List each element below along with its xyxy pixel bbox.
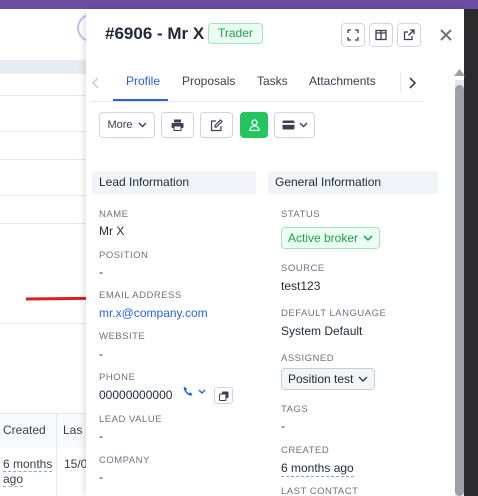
tab-attachments[interactable]: Attachments [309, 74, 376, 88]
phone-icon [183, 386, 193, 396]
background-divider [0, 223, 86, 224]
table-cell-created: 6 months ago [3, 457, 53, 487]
position-value: - [99, 265, 103, 279]
company-value: - [99, 470, 103, 484]
lead-detail-panel: #6906 - Mr X Trader Profile Proposals Ta… [86, 9, 464, 496]
lead-title: #6906 - Mr X [105, 24, 205, 43]
background-divider [0, 131, 86, 132]
close-icon [440, 29, 452, 41]
background-divider [0, 159, 86, 160]
tab-tasks[interactable]: Tasks [257, 74, 288, 88]
copy-phone-button[interactable] [214, 387, 233, 404]
convert-to-customer-button[interactable] [240, 112, 268, 138]
chevron-down-icon [358, 376, 368, 382]
tags-value: - [281, 419, 285, 433]
expand-icon [347, 29, 359, 41]
columns-icon [375, 29, 387, 41]
chevron-down-icon [138, 122, 147, 128]
default-language-value: System Default [281, 324, 363, 338]
table-cell-last: 15/0 [64, 457, 88, 471]
email-label: EMAIL ADDRESS [99, 290, 182, 301]
status-value: Active broker [288, 231, 359, 245]
external-link-icon [403, 29, 415, 41]
credit-card-icon [282, 120, 294, 130]
chevron-left-icon [92, 77, 99, 89]
column-header-created[interactable]: Created [3, 423, 46, 437]
website-label: WEBSITE [99, 331, 146, 342]
created-label: CREATED [281, 445, 330, 456]
status-label: STATUS [281, 209, 321, 220]
scroll-up-icon[interactable] [453, 67, 466, 77]
background-divider [0, 195, 86, 196]
edit-icon [210, 118, 223, 131]
print-button[interactable] [161, 112, 194, 138]
email-link[interactable]: mr.x@company.com [99, 306, 208, 320]
split-view-button[interactable] [369, 23, 393, 47]
phone-value: 00000000000 [99, 388, 173, 402]
copy-icon [218, 391, 228, 401]
website-value: - [99, 347, 103, 361]
card-actions-dropdown[interactable] [274, 112, 315, 138]
tab-bar: Profile Proposals Tasks Attachments [86, 67, 464, 102]
user-icon [248, 119, 260, 131]
default-language-label: DEFAULT LANGUAGE [281, 308, 387, 319]
more-dropdown-button[interactable]: More [99, 112, 155, 138]
assigned-value: Position test [288, 372, 354, 386]
tags-label: TAGS [281, 404, 309, 415]
name-value: Mr X [99, 224, 125, 238]
tabs-scroll-left-button[interactable] [88, 74, 104, 92]
chevron-down-icon [299, 122, 307, 128]
created-value: 6 months ago [281, 461, 354, 477]
scrollbar-thumb[interactable] [455, 85, 464, 496]
lead-value-value: - [99, 429, 103, 443]
last-contact-label: LAST CONTACT [281, 486, 359, 496]
background-divider [0, 323, 86, 324]
open-external-button[interactable] [397, 23, 421, 47]
company-label: COMPANY [99, 455, 150, 466]
print-icon [171, 119, 184, 131]
lead-value-label: LEAD VALUE [99, 414, 162, 425]
more-label: More [107, 119, 133, 131]
column-header-last[interactable]: Las [63, 423, 82, 437]
created-cell-text: 6 months ago [3, 457, 53, 487]
tab-overflow-divider [400, 72, 401, 92]
assigned-dropdown[interactable]: Position test [281, 368, 376, 390]
tab-proposals[interactable]: Proposals [182, 74, 235, 88]
tabs-divider [91, 101, 423, 102]
background-column-separator [56, 414, 57, 496]
phone-call-dropdown[interactable] [183, 386, 206, 397]
source-label: SOURCE [281, 263, 325, 274]
trader-badge: Trader [208, 23, 263, 44]
background-table-toolbar [0, 60, 86, 74]
window-top-strip [0, 0, 478, 9]
status-dropdown[interactable]: Active broker [281, 227, 381, 249]
assigned-label: ASSIGNED [281, 353, 335, 364]
window-edge [464, 9, 478, 496]
chevron-right-icon [409, 77, 416, 89]
background-divider [0, 95, 86, 96]
edit-button[interactable] [200, 112, 233, 138]
tabs-scroll-right-button[interactable] [404, 74, 420, 92]
source-value: test123 [281, 279, 321, 293]
general-information-header: General Information [268, 171, 438, 194]
chevron-down-icon [198, 389, 206, 394]
name-label: NAME [99, 209, 129, 220]
chevron-down-icon [363, 235, 373, 241]
position-label: POSITION [99, 250, 149, 261]
expand-button[interactable] [341, 23, 365, 47]
tab-profile[interactable]: Profile [126, 74, 160, 88]
close-button[interactable] [436, 23, 456, 47]
lead-information-header: Lead Information [92, 171, 256, 194]
phone-label: PHONE [99, 372, 136, 383]
